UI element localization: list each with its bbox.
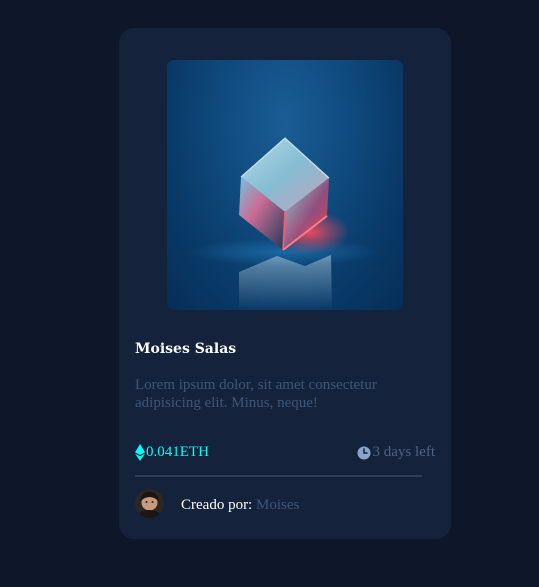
price-value: 0.041ETH	[146, 444, 209, 460]
clock-icon	[357, 446, 371, 460]
creator-label: Creado por:	[181, 497, 253, 513]
time-left-info: 3 days left	[357, 444, 435, 461]
ethereum-icon	[135, 444, 145, 461]
nft-cube-image[interactable]	[167, 60, 403, 310]
creator-name-link[interactable]: Moises	[256, 497, 299, 513]
card-divider	[135, 475, 422, 477]
nft-card: Moises Salas Lorem ipsum dolor, sit amet…	[119, 28, 451, 539]
creator-avatar[interactable]	[135, 489, 164, 518]
creator-info: Creado por: Moises	[181, 497, 299, 514]
time-left-text: 3 days left	[372, 444, 435, 460]
nft-title: Moises Salas	[135, 341, 237, 357]
nft-description: Lorem ipsum dolor, sit amet consectetur …	[135, 377, 377, 411]
price-info: 0.041ETH	[135, 444, 209, 461]
